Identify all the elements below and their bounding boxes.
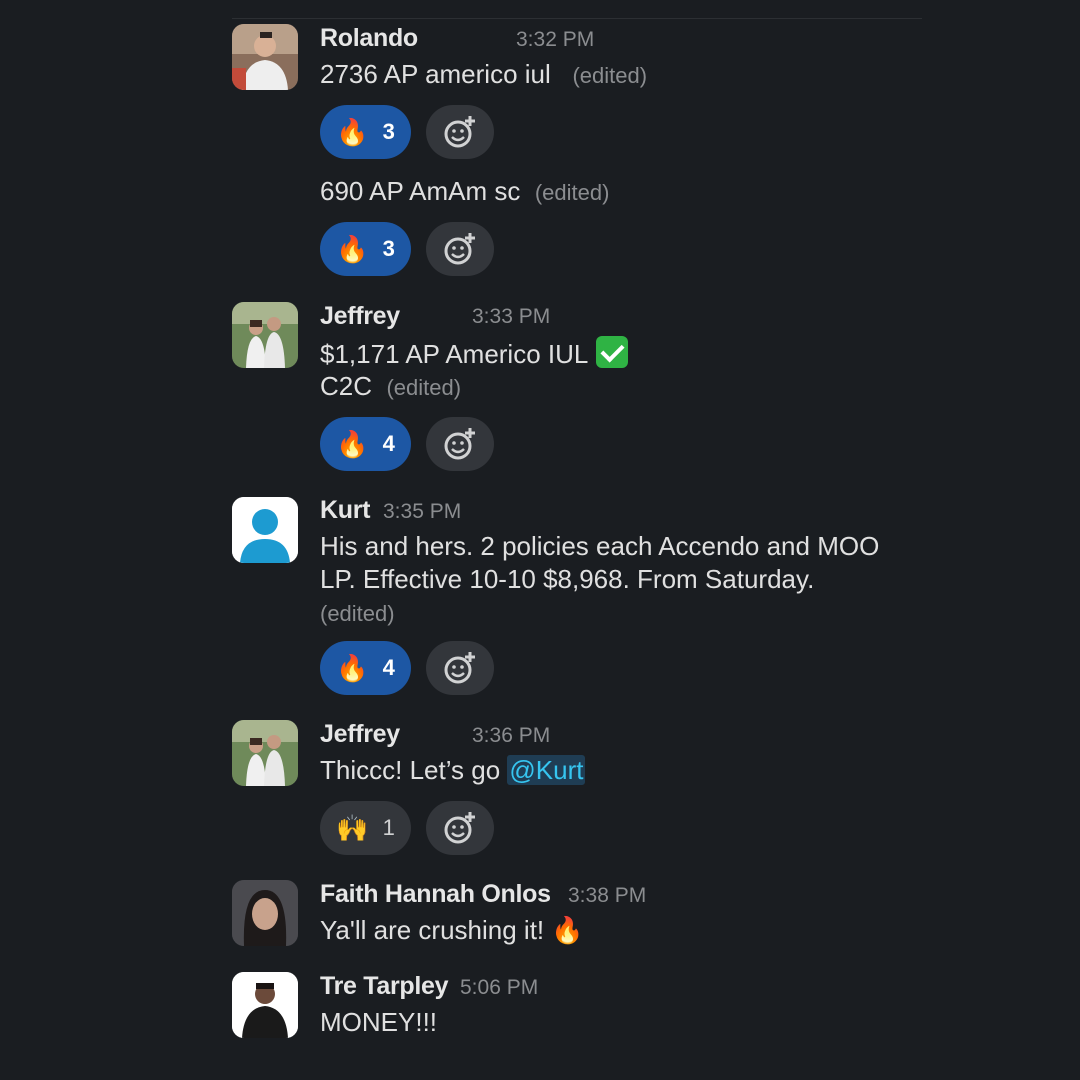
- reaction-count: 3: [382, 119, 395, 144]
- edited-label: (edited): [572, 63, 648, 88]
- add-reaction-button[interactable]: [426, 222, 494, 276]
- reaction-fire[interactable]: 🔥 3: [320, 222, 411, 276]
- timestamp[interactable]: 3:38 PM: [568, 885, 646, 906]
- add-reaction-icon: [444, 116, 475, 148]
- avatar-rolando[interactable]: [232, 24, 298, 90]
- reaction-fire[interactable]: 🔥 3: [320, 105, 411, 159]
- reaction-fire[interactable]: 🔥 4: [320, 417, 411, 471]
- add-reaction-button[interactable]: [426, 417, 494, 471]
- avatar-faith[interactable]: [232, 880, 298, 946]
- message-body: MONEY!!!: [320, 1007, 438, 1037]
- reaction-count: 4: [382, 431, 395, 456]
- message-body: $1,171 AP Americo IUL: [320, 339, 589, 369]
- reaction-count: 3: [382, 236, 395, 261]
- timestamp[interactable]: 3:32 PM: [516, 29, 594, 50]
- fire-emoji: 🔥: [336, 117, 369, 147]
- message-text: MONEY!!!: [320, 1006, 437, 1039]
- edited-label: (edited): [320, 601, 395, 626]
- white-check-mark-icon: [596, 336, 629, 368]
- add-reaction-icon: [444, 812, 475, 844]
- reaction-fire[interactable]: 🔥 4: [320, 641, 411, 695]
- fire-emoji: 🔥: [551, 915, 584, 945]
- add-reaction-icon: [444, 652, 475, 684]
- add-reaction-icon: [444, 428, 475, 460]
- add-reaction-button[interactable]: [426, 641, 494, 695]
- author-name[interactable]: Faith Hannah Onlos: [320, 882, 551, 907]
- timestamp[interactable]: 5:06 PM: [460, 977, 538, 998]
- edited-label: (edited): [386, 375, 462, 400]
- default-user-icon: [232, 497, 298, 563]
- message-text: 2736 AP americo iul (edited): [320, 58, 647, 92]
- edited-label: (edited): [534, 180, 610, 205]
- message-body: 2736 AP americo iul: [320, 59, 551, 89]
- reaction-raised-hands[interactable]: 🙌 1: [320, 801, 411, 855]
- add-reaction-button[interactable]: [426, 801, 494, 855]
- divider-line: [232, 18, 922, 19]
- author-name[interactable]: Rolando: [320, 26, 418, 51]
- user-mention[interactable]: @Kurt: [507, 755, 586, 785]
- fire-emoji: 🔥: [336, 234, 369, 264]
- reaction-count: 1: [382, 815, 395, 840]
- message-text: $1,171 AP Americo IUL: [320, 336, 629, 371]
- timestamp[interactable]: 3:35 PM: [383, 501, 461, 522]
- message-text: 690 AP AmAm sc (edited): [320, 175, 609, 209]
- author-name[interactable]: Kurt: [320, 498, 370, 523]
- timestamp[interactable]: 3:33 PM: [472, 306, 550, 327]
- timestamp[interactable]: 3:36 PM: [472, 725, 550, 746]
- avatar-tre[interactable]: [232, 972, 298, 1038]
- author-name[interactable]: Tre Tarpley: [320, 974, 449, 999]
- author-name[interactable]: Jeffrey: [320, 722, 400, 747]
- message-text: C2C (edited): [320, 370, 461, 404]
- avatar-kurt[interactable]: [232, 497, 298, 563]
- message-text: His and hers. 2 policies each Accendo an…: [320, 530, 920, 630]
- fire-emoji: 🔥: [336, 429, 369, 459]
- add-reaction-icon: [444, 233, 475, 265]
- message-body: Thiccc! Let’s go: [320, 755, 501, 785]
- avatar-jeffrey[interactable]: [232, 720, 298, 786]
- message-text: Thiccc! Let’s go @Kurt: [320, 754, 586, 787]
- avatar-jeffrey[interactable]: [232, 302, 298, 368]
- message-body: His and hers. 2 policies each Accendo an…: [320, 531, 880, 594]
- message-body: C2C: [320, 371, 373, 401]
- fire-emoji: 🔥: [336, 653, 369, 683]
- raised-hands-emoji: 🙌: [336, 813, 369, 843]
- add-reaction-button[interactable]: [426, 105, 494, 159]
- message-body: Ya'll are crushing it!: [320, 915, 545, 945]
- message-text: Ya'll are crushing it! 🔥: [320, 914, 584, 947]
- author-name[interactable]: Jeffrey: [320, 304, 400, 329]
- message-body: 690 AP AmAm sc: [320, 176, 521, 206]
- reaction-count: 4: [382, 655, 395, 680]
